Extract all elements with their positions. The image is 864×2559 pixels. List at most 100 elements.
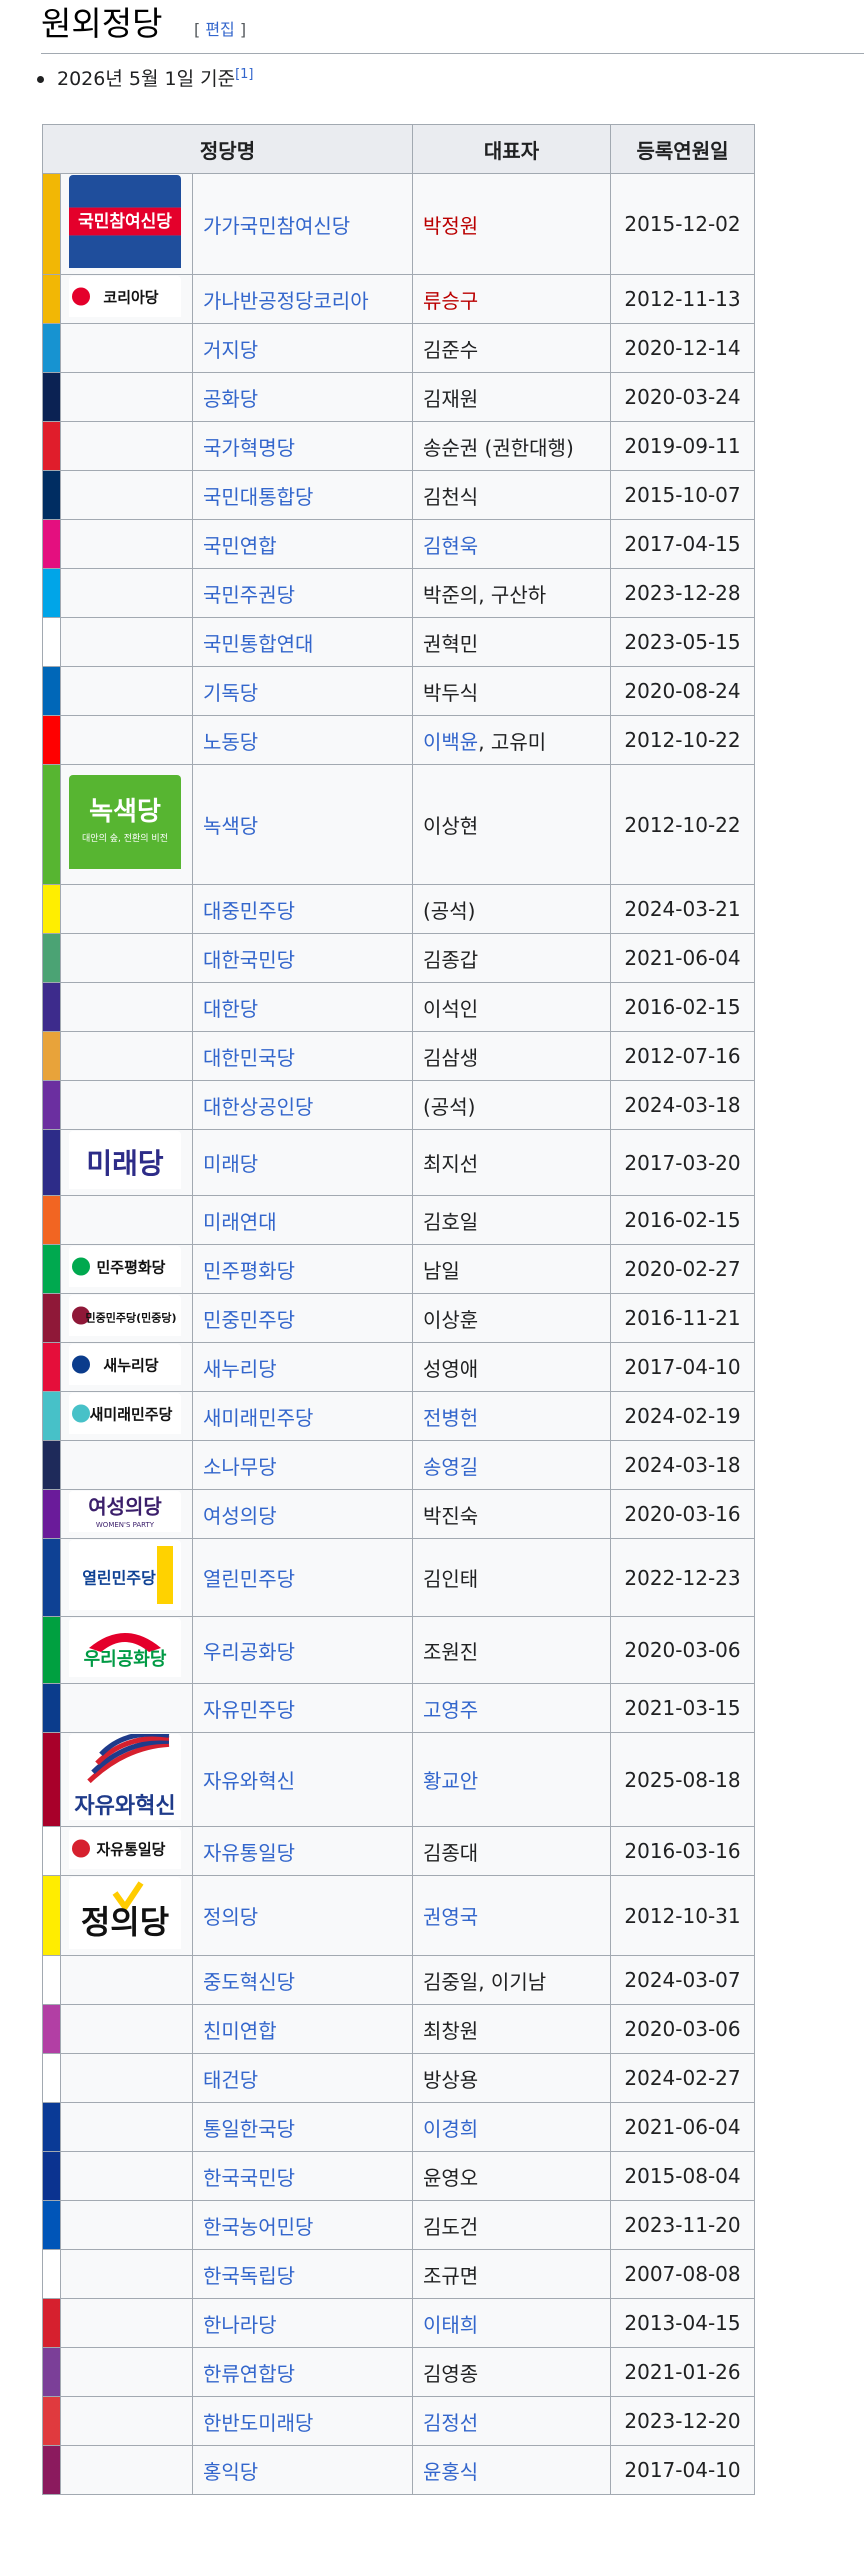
party-name-link[interactable]: 여성의당 [203,1504,277,1528]
registration-date: 2020-08-24 [610,666,755,716]
party-name-link[interactable]: 민중민주당 [203,1308,295,1332]
representative-cell: 성영애 [412,1342,611,1392]
party-name-link[interactable]: 한국독립당 [203,2264,295,2288]
party-color-swatch [42,1732,61,1827]
table-row: 대한국민당 김종갑 2021-06-04 [42,933,755,983]
party-name-cell: 홍익당 [192,2445,413,2495]
party-name-cell: 새미래민주당 [192,1391,413,1441]
table-row: 공화당 김재원 2020-03-24 [42,372,755,422]
party-name-link[interactable]: 한국농어민당 [203,2215,313,2239]
party-name-link[interactable]: 새미래민주당 [203,1406,313,1430]
representative-name: (공석) [423,1094,476,1119]
representative-link[interactable]: 이경희 [423,2117,478,2141]
party-name-link[interactable]: 대한민국당 [203,1046,295,1070]
table-row: 대한당 이석인 2016-02-15 [42,982,755,1032]
representative-name: 김종갑 [423,947,479,972]
party-name-cell: 국가혁명당 [192,421,413,471]
table-row: 우리공화당 우리공화당 조원진 2020-03-06 [42,1616,755,1684]
party-logo-cell [60,2200,193,2250]
registration-date: 2015-10-07 [610,470,755,520]
party-name-link[interactable]: 가나반공정당코리아 [203,289,369,313]
party-name-link[interactable]: 국민주권당 [203,583,295,607]
logo-graphic: 새미래민주당 [69,1393,181,1434]
representative-cell: 박두식 [412,666,611,716]
registration-date: 2025-08-18 [610,1732,755,1827]
party-name-link[interactable]: 한반도미래당 [203,2411,313,2435]
party-name-cell: 한반도미래당 [192,2396,413,2446]
party-name-link[interactable]: 국민통합연대 [203,632,313,656]
party-name-link[interactable]: 민주평화당 [203,1259,295,1283]
party-name-link[interactable]: 국민연합 [203,534,277,558]
representative-link[interactable]: 박정원 [423,214,478,238]
svg-text:WOMEN'S PARTY: WOMEN'S PARTY [96,1521,155,1529]
party-logo-cell [60,2249,193,2299]
reference-link[interactable]: [1] [235,67,253,82]
party-logo-cell [60,1080,193,1130]
representative-name: 박두식 [423,680,479,705]
party-name-link[interactable]: 통일한국당 [203,2117,295,2141]
representative-link[interactable]: 전병헌 [423,1406,478,1430]
party-logo-cell: 정의당 [60,1875,193,1956]
representative-link[interactable]: 윤홍식 [423,2460,478,2484]
logo-graphic: 자유와혁신 [69,1734,181,1820]
svg-text:대안의 숲, 전환의 비전: 대안의 숲, 전환의 비전 [82,832,168,844]
party-name-link[interactable]: 국민대통합당 [203,485,313,509]
party-name-link[interactable]: 노동당 [203,730,258,754]
representative-link[interactable]: 권영국 [423,1905,478,1929]
party-name-link[interactable]: 거지당 [203,338,258,362]
representative-link[interactable]: 황교안 [423,1769,478,1793]
table-row: 열린민주당 열린민주당 김인태 2022-12-23 [42,1538,755,1617]
representative-cell: (공석) [412,1080,611,1130]
svg-text:민중민주당(민중당): 민중민주당(민중당) [85,1311,176,1325]
party-name-link[interactable]: 소나무당 [203,1455,277,1479]
party-name-link[interactable]: 한국국민당 [203,2166,295,2190]
party-name-link[interactable]: 자유민주당 [203,1698,295,1722]
party-name-link[interactable]: 중도혁신당 [203,1970,295,1994]
representative-link[interactable]: 이태희 [423,2313,478,2337]
party-name-link[interactable]: 친미연합 [203,2019,277,2043]
party-name-link[interactable]: 대한국민당 [203,948,295,972]
party-name-link[interactable]: 자유와혁신 [203,1769,295,1793]
party-name-link[interactable]: 국가혁명당 [203,436,295,460]
party-name-link[interactable]: 열린민주당 [203,1567,295,1591]
party-name-link[interactable]: 대한상공인당 [203,1095,313,1119]
party-name-link[interactable]: 대중민주당 [203,899,295,923]
representative-link[interactable]: 고영주 [423,1698,478,1722]
representative-link[interactable]: 류승구 [423,289,478,313]
party-name-link[interactable]: 공화당 [203,387,258,411]
registration-date: 2020-03-06 [610,1616,755,1684]
representative-link[interactable]: 김정선 [423,2411,478,2435]
representative-link[interactable]: 이백윤 [423,730,478,754]
party-name-link[interactable]: 홍익당 [203,2460,258,2484]
logo-graphic: 열린민주당 [69,1540,181,1610]
party-name-link[interactable]: 한류연합당 [203,2362,295,2386]
party-name-link[interactable]: 녹색당 [203,814,258,838]
party-name-cell: 대한상공인당 [192,1080,413,1130]
party-name-link[interactable]: 미래당 [203,1152,258,1176]
page: { "heading": { "title": "원외정당", "edit_op… [0,0,864,2559]
logo-graphic: 여성의당 WOMEN'S PARTY [69,1491,181,1532]
table-row: 대한민국당 김삼생 2012-07-16 [42,1031,755,1081]
party-name-link[interactable]: 우리공화당 [203,1640,295,1664]
party-name-link[interactable]: 자유통일당 [203,1841,295,1865]
party-name-link[interactable]: 한나라당 [203,2313,277,2337]
representative-cell: 권영국 [412,1875,611,1956]
table-row: 국가혁명당 송순권 (권한대행) 2019-09-11 [42,421,755,471]
representative-link[interactable]: 송영길 [423,1455,478,1479]
party-name-link[interactable]: 대한당 [203,997,258,1021]
party-color-swatch [42,1244,61,1294]
representative-link[interactable]: 김현욱 [423,534,478,558]
party-color-swatch [42,666,61,716]
party-name-link[interactable]: 미래연대 [203,1210,277,1234]
representative-cell: 최창원 [412,2004,611,2054]
party-name-link[interactable]: 기독당 [203,681,258,705]
representative-name: 김중일, 이기남 [423,1969,547,1994]
party-name-link[interactable]: 태건당 [203,2068,258,2092]
party-color-swatch [42,1955,61,2005]
edit-link[interactable]: 편집 [205,20,234,39]
party-name-link[interactable]: 새누리당 [203,1357,277,1381]
representative-cell: 권혁민 [412,617,611,667]
party-name-link[interactable]: 정의당 [203,1905,258,1929]
party-name-link[interactable]: 가가국민참여신당 [203,214,350,238]
registration-date: 2013-04-15 [610,2298,755,2348]
